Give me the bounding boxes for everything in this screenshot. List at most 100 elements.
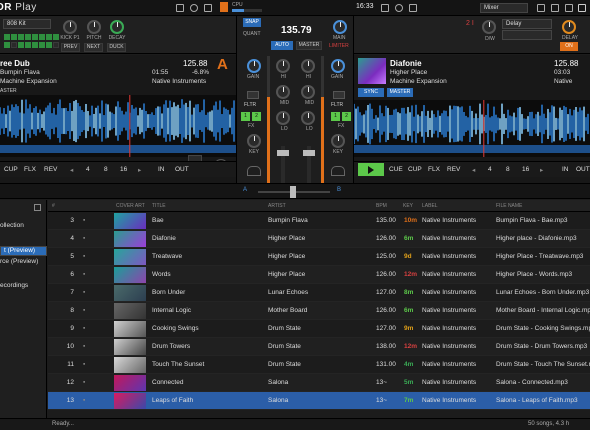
dry-wet-knob[interactable] (482, 20, 496, 34)
table-row[interactable]: 3 ▪ Bae Bumpin Flava 135.00 10m Native Instrum… (48, 212, 590, 230)
track-bpm: 13~ (376, 397, 388, 404)
delay-knob[interactable] (562, 20, 576, 34)
loop-4[interactable]: 4 (488, 166, 492, 173)
sidebar-item-source-preview[interactable]: rce (Preview) (0, 258, 38, 265)
loop-out-button[interactable]: OUT (175, 166, 189, 173)
flux-button[interactable]: FLX (24, 166, 36, 173)
headphone-icon-a[interactable] (247, 166, 261, 176)
broadcast-icon[interactable] (190, 4, 198, 12)
mid-knob-a[interactable] (276, 85, 290, 99)
snap-button[interactable]: SNAP (243, 18, 261, 27)
track-title: Connected (152, 379, 184, 386)
cue-button[interactable]: CUE (389, 166, 403, 173)
table-row[interactable]: 5 ▪ Treatwave Higher Place 125.00 9d Native In… (48, 248, 590, 266)
loop-4[interactable]: 4 (86, 166, 90, 173)
next-button[interactable]: NEXT (84, 43, 103, 52)
cup-button[interactable]: CUP (4, 166, 18, 173)
fx2-toggle-b[interactable]: 2 (342, 112, 351, 121)
deck-b-cover (358, 58, 386, 84)
table-row[interactable]: 9 ▪ Cooking Swings Drum State 127.00 9m Native… (48, 320, 590, 338)
table-row[interactable]: 11 ▪ Touch The Sunset Drum State 131.00 4m Nat… (48, 356, 590, 374)
col-header[interactable]: KEY (403, 203, 413, 209)
reverse-button[interactable]: REV (44, 166, 57, 173)
eject-icon-a[interactable] (247, 91, 259, 99)
col-header[interactable]: BPM (376, 203, 387, 209)
mixer-mode-select[interactable]: Mixer (480, 3, 528, 13)
fx-preset-select[interactable]: 808 Kit (3, 19, 51, 29)
table-row[interactable]: 13 ▪ Leaps of Faith Salona 13~ 7m Native Instr… (48, 392, 590, 410)
gain-knob-b[interactable] (331, 59, 345, 73)
prev-button[interactable]: PREV (61, 43, 80, 52)
audio-icon[interactable] (204, 4, 212, 12)
fx1-toggle-b[interactable]: 1 (331, 112, 340, 121)
col-header[interactable]: COVER ART (116, 203, 145, 209)
fx1-toggle-a[interactable]: 1 (241, 112, 250, 121)
cup-button[interactable]: CUP (408, 166, 422, 173)
mid-knob-b[interactable] (301, 85, 315, 99)
loop-in-button[interactable]: IN (562, 166, 569, 173)
table-row[interactable]: 4 ▪ Diafonie Higher Place 126.00 6m Native Ins… (48, 230, 590, 248)
collapse-icon[interactable] (34, 204, 41, 211)
panel-icon[interactable] (565, 4, 573, 12)
kick-knob[interactable] (63, 20, 77, 34)
col-header[interactable]: TITLE (152, 203, 166, 209)
crossfader[interactable] (290, 186, 296, 198)
loop-16[interactable]: 16 (120, 166, 127, 173)
loop-16[interactable]: 16 (522, 166, 529, 173)
record-icon[interactable] (176, 4, 184, 12)
sync-button[interactable]: SYNC (358, 88, 384, 97)
layout-icon[interactable] (381, 4, 389, 12)
loop-8[interactable]: 8 (506, 166, 510, 173)
loop-8[interactable]: 8 (104, 166, 108, 173)
track-label: Native Instruments (422, 235, 477, 242)
gain-knob-a[interactable] (247, 59, 261, 73)
key-knob-b[interactable] (331, 134, 345, 148)
deck-a-waveform[interactable] (0, 95, 236, 157)
deck-master-button[interactable]: MASTER (387, 88, 413, 97)
gear-icon[interactable] (395, 4, 403, 12)
grid-icon[interactable] (537, 4, 545, 12)
col-header[interactable]: ARTIST (268, 203, 286, 209)
main-volume-knob[interactable] (333, 20, 347, 34)
loop-out-button[interactable]: OUT (576, 166, 590, 173)
table-row[interactable]: 7 ▪ Born Under Lunar Echoes 127.00 8m Native I… (48, 284, 590, 302)
col-header[interactable]: # (52, 203, 55, 209)
master-button[interactable]: MASTER (296, 41, 322, 50)
sidebar-item-collection[interactable]: ollection (0, 222, 24, 229)
table-row[interactable]: 6 ▪ Words Higher Place 126.00 12m Native Instr… (48, 266, 590, 284)
play-button[interactable] (358, 163, 384, 176)
list-icon[interactable] (551, 4, 559, 12)
sidebar-item-recordings[interactable]: ecordings (0, 282, 28, 289)
window-icon[interactable] (578, 4, 586, 12)
fx-effect-select[interactable]: Delay (502, 19, 552, 29)
eject-icon-b[interactable] (333, 91, 345, 99)
hi-knob-a[interactable] (276, 59, 290, 73)
lo-knob-a[interactable] (276, 111, 290, 125)
fx-on-button[interactable]: ON (560, 42, 578, 51)
loop-in-button[interactable]: IN (158, 166, 165, 173)
channel-fader-a[interactable] (277, 150, 289, 156)
lo-knob-b[interactable] (301, 111, 315, 125)
channel-fader-b[interactable] (303, 150, 315, 156)
duck-button[interactable]: DUCK (107, 43, 126, 52)
table-row[interactable]: 12 ▪ Connected Salona 13~ 5m Native Instrument… (48, 374, 590, 392)
key-knob-a[interactable] (247, 134, 261, 148)
hi-knob-b[interactable] (301, 59, 315, 73)
col-header[interactable]: LABEL (422, 203, 438, 209)
table-row[interactable]: 10 ▪ Drum Towers Drum State 138.00 12m Native … (48, 338, 590, 356)
deck-a-artist: Bumpin Flava (0, 69, 40, 76)
decay-knob[interactable] (110, 20, 124, 34)
fx2-toggle-a[interactable]: 2 (252, 112, 261, 121)
reverse-button[interactable]: REV (447, 166, 460, 173)
table-row[interactable]: 8 ▪ Internal Logic Mother Board 126.00 6m Nati… (48, 302, 590, 320)
deck-b-waveform[interactable] (354, 100, 590, 157)
headphone-icon-b[interactable] (331, 166, 345, 176)
auto-button[interactable]: AUTO (271, 41, 293, 50)
pitch-knob[interactable] (87, 20, 101, 34)
fullscreen-icon[interactable] (409, 4, 417, 12)
lo-label: LO (281, 126, 288, 132)
flux-button[interactable]: FLX (428, 166, 440, 173)
fx-effect-select-2[interactable] (502, 30, 552, 40)
sidebar-item-preview[interactable]: t (Preview) (0, 246, 47, 256)
col-header[interactable]: FILE NAME (496, 203, 522, 209)
